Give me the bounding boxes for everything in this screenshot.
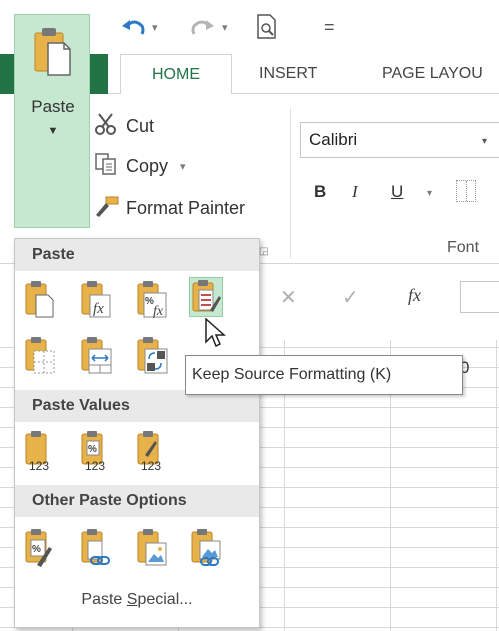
format-painter-icon — [94, 195, 120, 222]
keep-column-widths-icon[interactable] — [79, 335, 113, 375]
tab-home[interactable]: HOME — [120, 54, 232, 95]
paste-options-menu: Paste fx % fx Paste Values 123 % 123 123… — [14, 238, 260, 628]
redo-icon[interactable]: ▾ — [190, 13, 228, 41]
paste-formulas-number-formatting-icon[interactable]: % fx — [135, 279, 169, 319]
paste-label: Paste — [31, 97, 75, 116]
svg-text:123: 123 — [85, 459, 105, 473]
paste-picture-icon[interactable] — [135, 527, 169, 567]
svg-text:fx: fx — [93, 301, 104, 317]
section-paste-header: Paste — [15, 239, 259, 271]
borders-icon[interactable] — [456, 180, 476, 202]
paste-formatting-icon[interactable]: % — [23, 527, 57, 567]
paste-special-suffix: pecial... — [137, 591, 193, 608]
paste-values-source-formatting-icon[interactable]: 123 — [135, 429, 169, 473]
cut-label: Cut — [126, 115, 155, 136]
paste-button[interactable]: Paste ▼ — [14, 14, 90, 228]
undo-icon[interactable]: ▾ — [120, 13, 158, 41]
enter-formula-button[interactable]: ✓ — [342, 285, 359, 310]
customize-toolbar-icon[interactable]: = — [324, 13, 335, 41]
svg-text:%: % — [88, 444, 97, 455]
underline-dropdown-icon[interactable]: ▾ — [427, 188, 432, 199]
font-group-label: Font — [447, 239, 480, 256]
paste-option-icon[interactable] — [23, 279, 57, 319]
paste-special-item[interactable]: Paste Special... — [15, 591, 259, 609]
tooltip: Keep Source Formatting (K) — [185, 355, 463, 395]
tab-insert[interactable]: INSERT — [259, 54, 317, 94]
font-name-box[interactable]: Calibri — [300, 122, 499, 158]
group-divider — [290, 108, 291, 258]
linked-picture-icon[interactable] — [189, 527, 223, 567]
svg-text:%: % — [32, 544, 41, 555]
section-other-paste-options-header: Other Paste Options — [15, 485, 259, 517]
paste-values-icon[interactable]: 123 — [23, 429, 57, 473]
copy-dropdown-icon[interactable]: ▾ — [180, 160, 186, 173]
font-dropdown-icon[interactable]: ▾ — [482, 136, 487, 147]
underline-button[interactable]: U — [391, 182, 403, 202]
cut-button[interactable]: Cut — [94, 110, 154, 142]
copy-label: Copy — [126, 155, 169, 176]
paste-formulas-icon[interactable]: fx — [79, 279, 113, 319]
svg-text:123: 123 — [141, 459, 161, 473]
paste-special-accelerator: S — [126, 591, 138, 608]
copy-button[interactable]: Copy ▾ — [94, 150, 186, 182]
clipboard-dialog-launcher-icon[interactable]: ◲ — [259, 246, 268, 257]
paste-values-number-formatting-icon[interactable]: % 123 — [79, 429, 113, 473]
copy-icon — [94, 152, 120, 181]
paste-no-borders-icon[interactable] — [23, 335, 57, 375]
svg-text:fx: fx — [153, 304, 164, 319]
bold-button[interactable]: B — [314, 182, 326, 202]
paste-clipboard-icon — [34, 25, 72, 82]
paste-special-prefix: Paste — [81, 591, 127, 608]
format-painter-label: Format Painter — [126, 197, 246, 218]
italic-button[interactable]: I — [352, 182, 358, 202]
paste-link-icon[interactable] — [79, 527, 113, 567]
formula-input[interactable] — [460, 281, 499, 313]
scissors-icon — [94, 112, 120, 141]
keep-source-formatting-icon[interactable] — [189, 277, 223, 317]
print-preview-icon[interactable] — [256, 13, 278, 41]
format-painter-button[interactable]: Format Painter — [94, 192, 245, 224]
mouse-pointer-icon — [205, 317, 227, 355]
cancel-formula-button[interactable]: ✕ — [280, 285, 297, 310]
svg-text:123: 123 — [29, 459, 49, 473]
paste-dropdown-icon[interactable]: ▼ — [15, 125, 91, 137]
insert-function-button[interactable]: fx — [408, 285, 421, 306]
transpose-icon[interactable] — [135, 335, 169, 375]
tab-page-layout[interactable]: PAGE LAYOU — [382, 54, 483, 94]
